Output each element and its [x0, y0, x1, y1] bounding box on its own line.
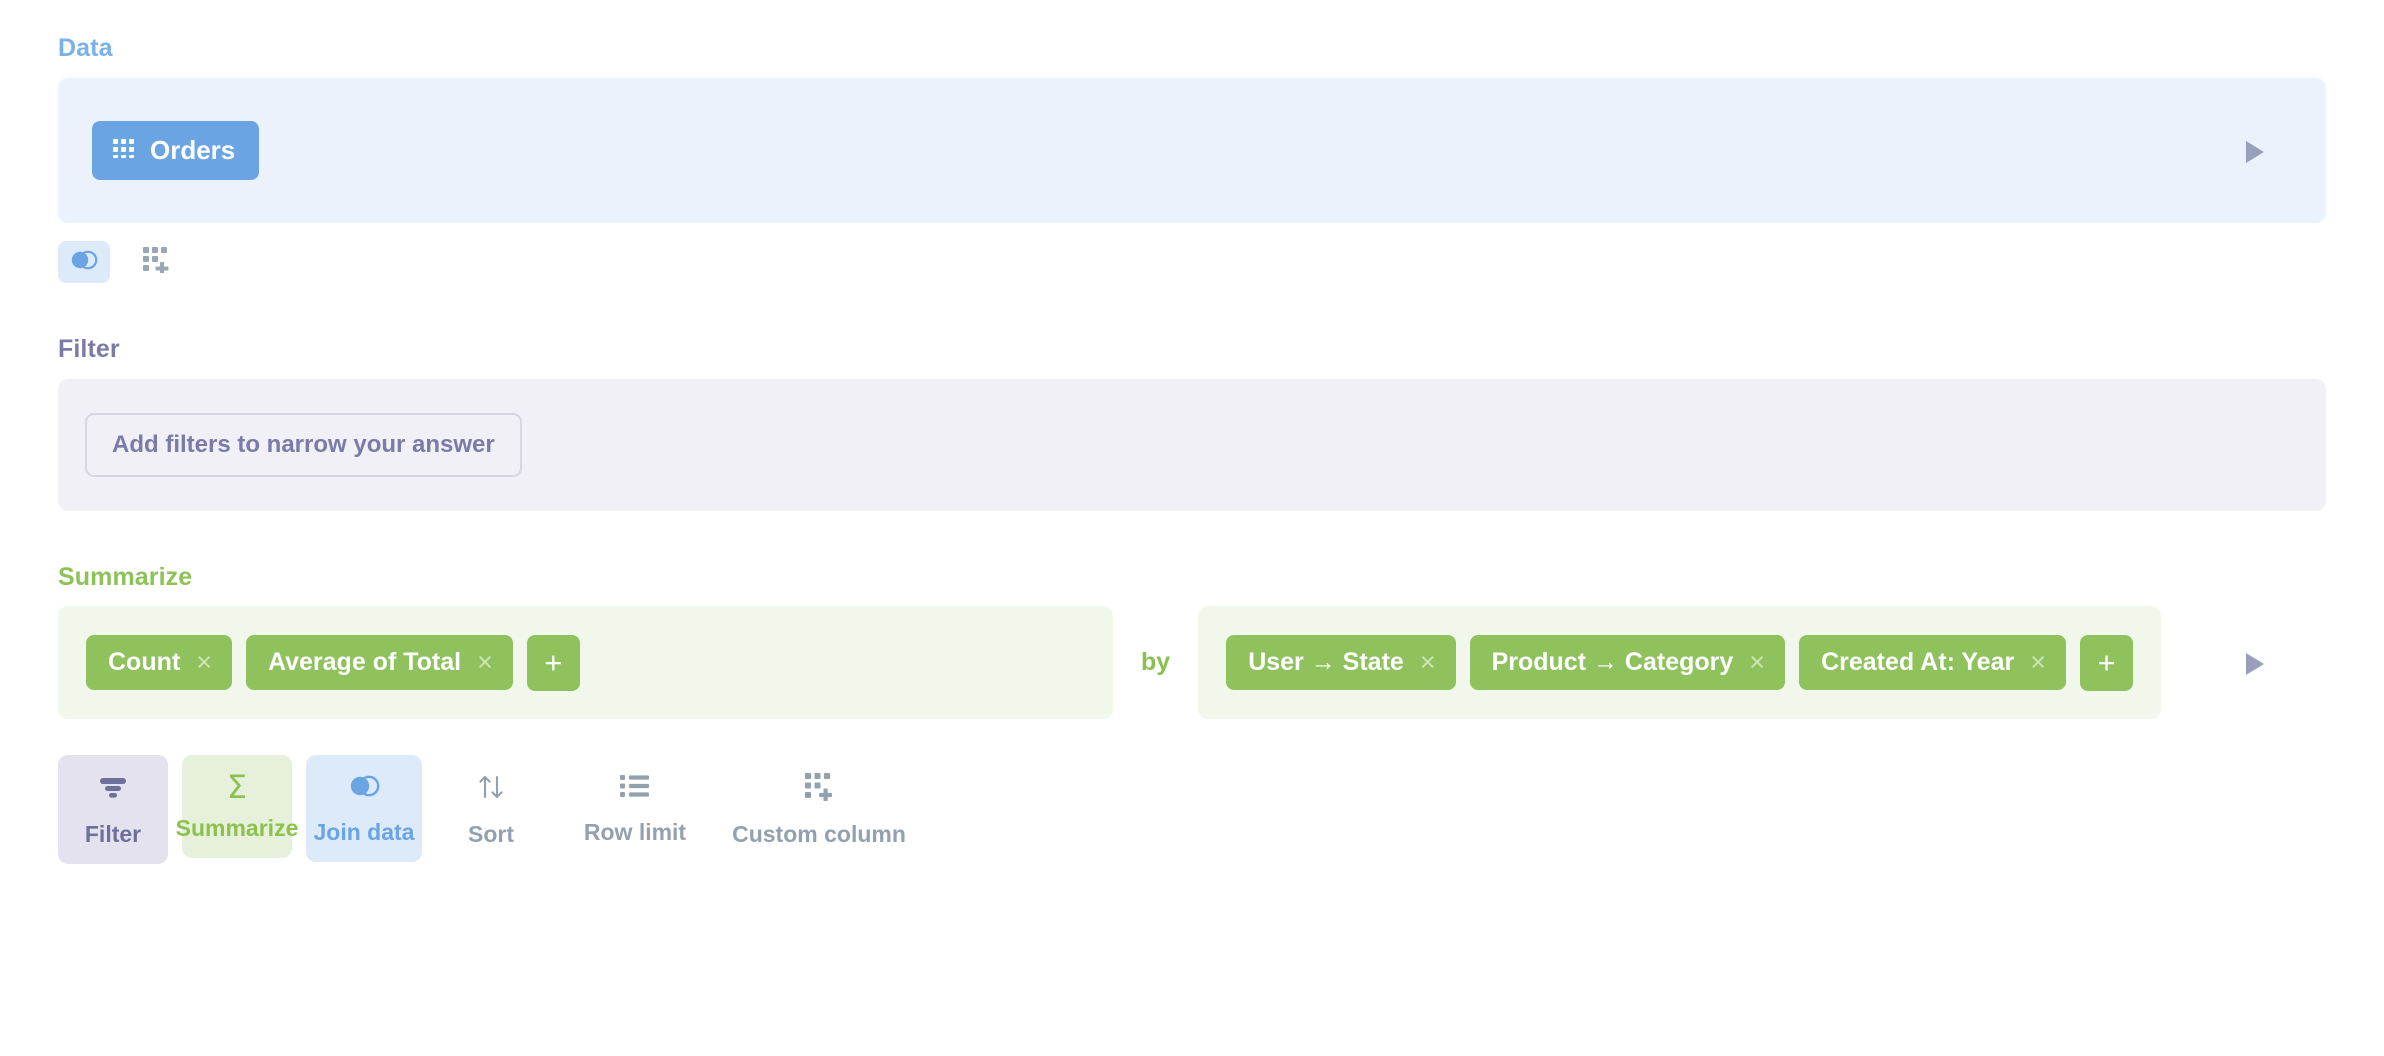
action-summarize-label: Summarize [176, 815, 299, 842]
action-sort-button[interactable]: Sort [436, 755, 546, 864]
breakout-pill[interactable]: Created At: Year × [1799, 635, 2066, 690]
action-join-data-label: Join data [314, 819, 415, 846]
add-aggregation-button[interactable]: + [527, 635, 580, 691]
breakout-label: User → State [1248, 648, 1404, 677]
join-data-button[interactable] [58, 241, 110, 283]
aggregation-label: Average of Total [268, 648, 461, 677]
summarize-section-label: Summarize [58, 563, 2326, 592]
summarize-by-label: by [1113, 648, 1198, 677]
custom-column-icon [143, 247, 169, 278]
filter-section-label: Filter [58, 335, 2326, 364]
action-filter-label: Filter [85, 821, 141, 848]
venn-icon [347, 773, 381, 805]
remove-icon[interactable]: × [477, 649, 493, 676]
action-row-limit-label: Row limit [584, 819, 686, 846]
breakout-pill[interactable]: Product → Category × [1470, 635, 1785, 690]
run-query-data-button[interactable] [2242, 138, 2268, 171]
add-filter-button[interactable]: Add filters to narrow your answer [85, 413, 522, 477]
sort-arrows-icon [476, 773, 506, 807]
data-step-tools [58, 241, 2326, 283]
breakout-label: Product → Category [1492, 648, 1734, 677]
action-summarize-button[interactable]: Σ Summarize [182, 755, 292, 858]
action-sort-label: Sort [468, 821, 514, 848]
remove-icon[interactable]: × [1420, 649, 1436, 676]
action-custom-column-label: Custom column [732, 821, 906, 848]
custom-column-button[interactable] [130, 241, 182, 283]
join-data-icon [69, 249, 99, 276]
action-filter-button[interactable]: Filter [58, 755, 168, 864]
remove-icon[interactable]: × [196, 649, 212, 676]
list-icon [620, 773, 650, 805]
funnel-icon [97, 773, 129, 807]
sigma-icon: Σ [227, 773, 247, 801]
run-query-summarize-button[interactable] [2242, 650, 2268, 683]
aggregation-label: Count [108, 648, 180, 677]
data-source-orders-button[interactable]: Orders [92, 121, 259, 180]
filter-section: Filter Add filters to narrow your answer [58, 335, 2326, 511]
add-breakout-button[interactable]: + [2080, 635, 2133, 691]
remove-icon[interactable]: × [1749, 649, 1765, 676]
breakout-label: Created At: Year [1821, 648, 2014, 677]
query-builder-notebook: Data [0, 0, 2384, 1056]
data-step-container: Orders [58, 78, 2326, 223]
custom-column-icon [805, 773, 833, 807]
aggregation-pill[interactable]: Average of Total × [246, 635, 513, 690]
summarize-section: Summarize Count × Average of Total × + b… [58, 563, 2326, 719]
data-section: Data [58, 0, 2326, 283]
action-bar: Filter Σ Summarize Join data [58, 755, 2326, 864]
filter-step-container: Add filters to narrow your answer [58, 379, 2326, 511]
aggregation-pill[interactable]: Count × [86, 635, 232, 690]
action-join-data-button[interactable]: Join data [306, 755, 422, 862]
data-section-label: Data [58, 34, 2326, 63]
aggregations-container: Count × Average of Total × + [58, 606, 1113, 719]
breakout-pill[interactable]: User → State × [1226, 635, 1455, 690]
action-row-limit-button[interactable]: Row limit [560, 755, 710, 862]
summarize-step-row: Count × Average of Total × + by User → S… [58, 606, 2326, 719]
table-grid-icon [112, 135, 136, 166]
data-source-label: Orders [150, 135, 235, 166]
remove-icon[interactable]: × [2030, 649, 2046, 676]
data-step-row: Orders [58, 78, 2326, 223]
breakouts-container: User → State × Product → Category × Crea… [1198, 606, 2161, 719]
action-custom-column-button[interactable]: Custom column [724, 755, 914, 864]
